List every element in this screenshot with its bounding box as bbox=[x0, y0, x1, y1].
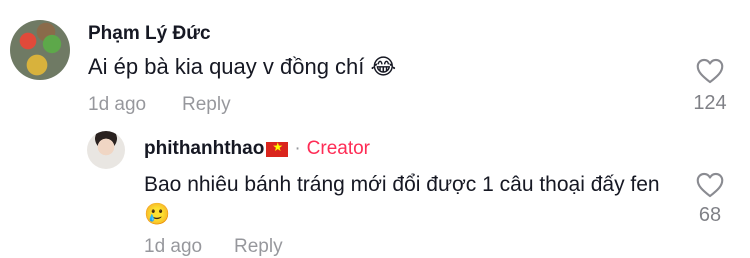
like-count: 68 bbox=[698, 204, 722, 226]
reply-text: Bao nhiêu bánh tráng mới đổi được 1 câu … bbox=[144, 173, 660, 226]
creator-badge: Creator bbox=[306, 138, 370, 159]
reply-button[interactable]: Reply bbox=[182, 94, 231, 116]
heart-icon[interactable] bbox=[696, 58, 724, 84]
reply-username[interactable]: phithanhthao bbox=[144, 138, 264, 160]
heart-icon[interactable] bbox=[696, 172, 724, 198]
like-count: 124 bbox=[693, 92, 727, 114]
comment-date: 1d ago bbox=[88, 94, 147, 115]
reply-date: 1d ago bbox=[144, 236, 203, 257]
vietnam-flag-icon bbox=[266, 140, 289, 157]
comment-text: Ai ép bà kia quay v đồng chí 😂 bbox=[88, 54, 397, 79]
avatar[interactable] bbox=[10, 20, 70, 80]
reply-header: phithanhthao · Creator bbox=[144, 138, 370, 160]
comment-username[interactable]: Phạm Lý Đức bbox=[88, 23, 211, 45]
separator: · bbox=[294, 138, 301, 159]
reply-button[interactable]: Reply bbox=[234, 236, 283, 258]
avatar[interactable] bbox=[87, 131, 125, 169]
